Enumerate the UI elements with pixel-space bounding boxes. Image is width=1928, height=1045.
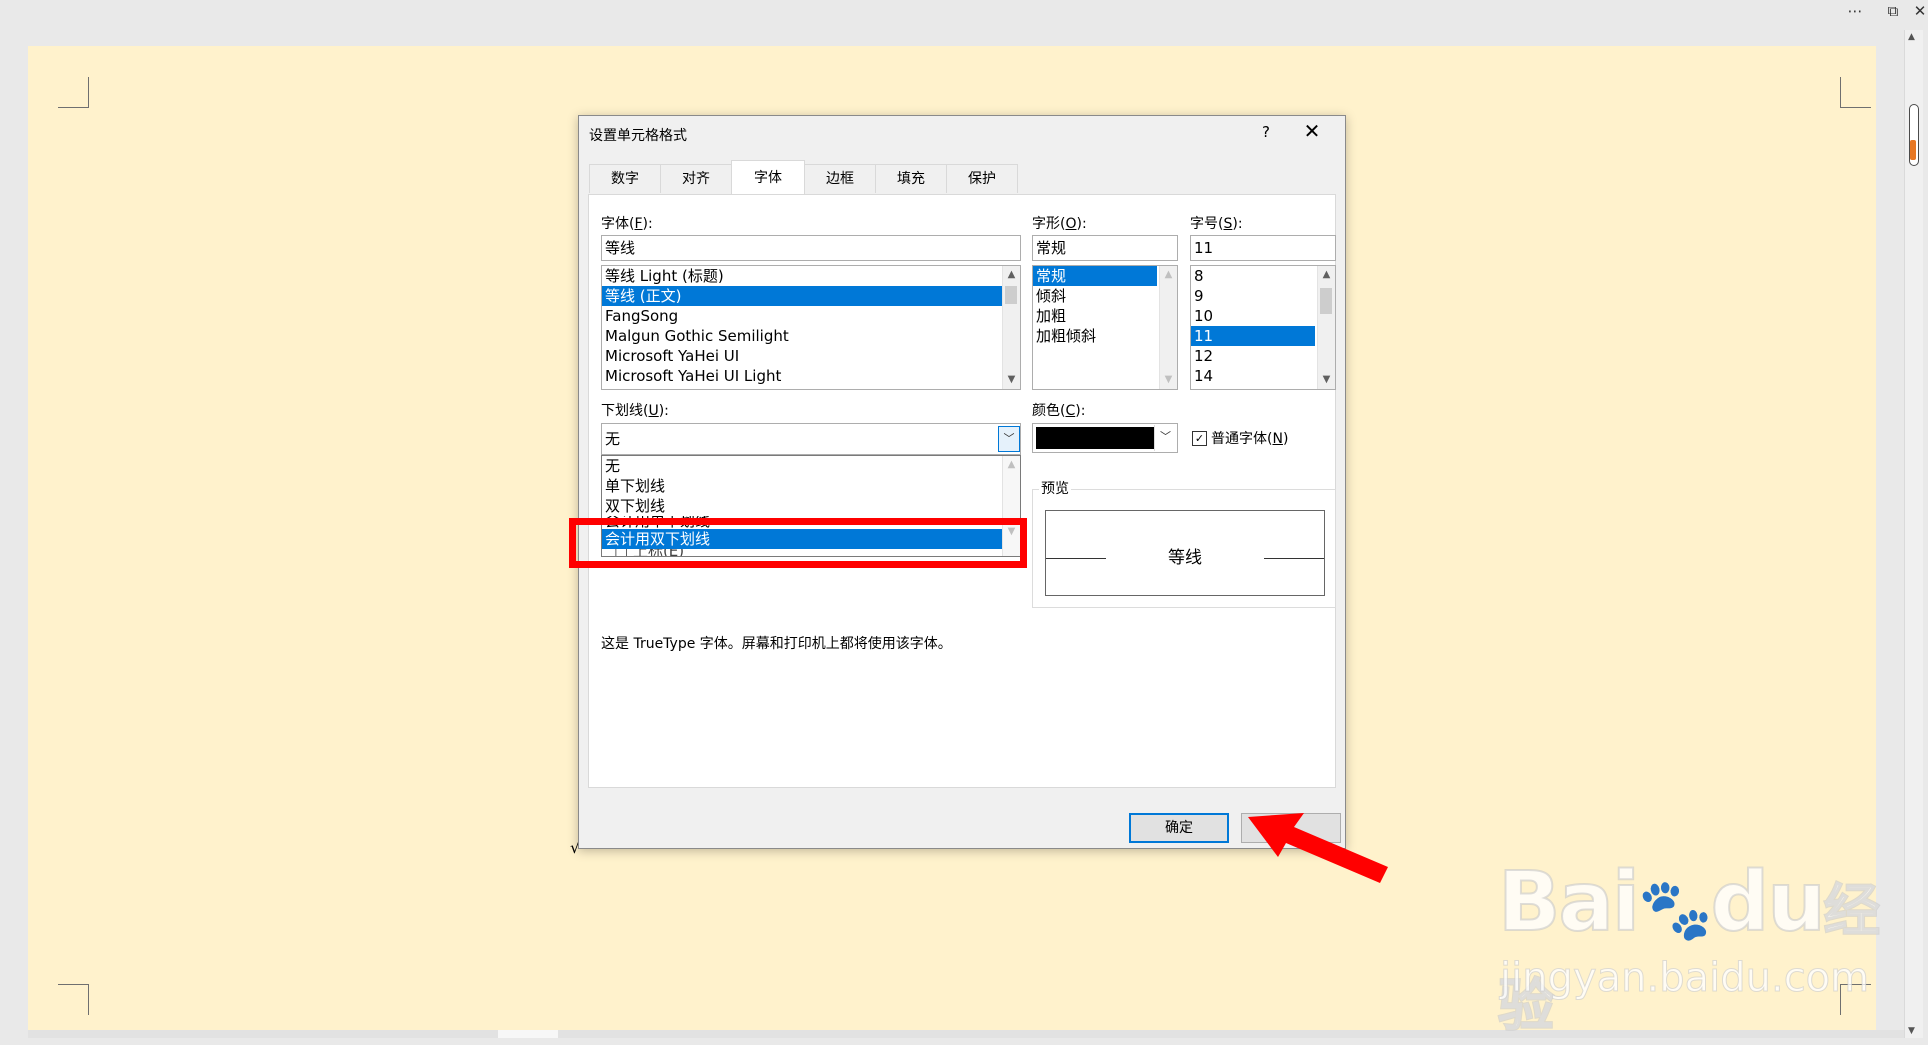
size-list-item[interactable]: 9 [1191, 286, 1335, 306]
underline-option[interactable]: 无 [602, 456, 1020, 476]
size-list-item[interactable]: 14 [1191, 366, 1335, 386]
page-corner-top-left [58, 77, 89, 108]
format-cells-dialog: 设置单元格格式 ? ✕ 数字 对齐 字体 边框 填充 保护 字体(F): 等线 … [578, 115, 1346, 849]
color-swatch [1036, 427, 1154, 449]
style-list-item-selected[interactable]: 常规 [1033, 266, 1157, 286]
tab-protection[interactable]: 保护 [946, 164, 1018, 193]
chevron-up-icon[interactable]: ▲ [1003, 267, 1020, 283]
font-list[interactable]: 等线 Light (标题) 等线 (正文) FangSong Malgun Go… [601, 265, 1021, 390]
font-list-item[interactable]: FangSong [602, 306, 1020, 326]
more-icon[interactable]: ⋯ [1840, 0, 1870, 22]
chevron-down-icon[interactable]: ﹀ [1154, 425, 1176, 451]
preview-group: 预览 等线 [1032, 478, 1336, 608]
font-list-item[interactable]: Microsoft YaHei UI Light [602, 366, 1020, 386]
preview-label: 预览 [1039, 478, 1071, 498]
tab-number[interactable]: 数字 [589, 164, 661, 193]
font-list-scrollbar[interactable]: ▲ ▼ [1002, 266, 1020, 389]
scroll-position-marker [1910, 140, 1916, 160]
style-list-scrollbar[interactable]: ▲ ▼ [1159, 266, 1177, 389]
style-list[interactable]: 常规 倾斜 加粗 加粗倾斜 ▲ ▼ [1032, 265, 1178, 390]
highlight-frame [569, 518, 1027, 568]
size-list-item[interactable]: 8 [1191, 266, 1335, 286]
close-icon[interactable]: ✕ [1912, 0, 1928, 22]
scroll-up-icon[interactable]: ▲ [1908, 32, 1915, 42]
tab-border[interactable]: 边框 [804, 164, 876, 193]
dialog-title: 设置单元格格式 [589, 128, 687, 144]
chevron-up-icon[interactable]: ▲ [1003, 457, 1020, 473]
preview-box: 等线 [1045, 510, 1325, 596]
chevron-up-icon[interactable]: ▲ [1160, 267, 1177, 283]
close-button[interactable]: ✕ [1294, 118, 1330, 144]
red-arrow-annotation [1248, 813, 1388, 883]
style-label: 字形(O): [1032, 216, 1087, 232]
chevron-down-icon[interactable]: ▼ [1160, 372, 1177, 388]
font-list-item[interactable]: Microsoft YaHei UI [602, 346, 1020, 366]
preview-sample-text: 等线 [1168, 548, 1202, 568]
tab-font[interactable]: 字体 [731, 160, 805, 194]
font-list-item-selected[interactable]: 等线 (正文) [602, 286, 1003, 306]
chevron-down-icon[interactable]: ﹀ [998, 426, 1020, 452]
font-tab-panel: 字体(F): 等线 等线 Light (标题) 等线 (正文) FangSong… [588, 194, 1336, 788]
font-list-item[interactable]: Malgun Gothic Semilight [602, 326, 1020, 346]
size-list[interactable]: 8 9 10 11 12 14 ▲ ▼ [1190, 265, 1336, 390]
size-list-item-selected[interactable]: 11 [1191, 326, 1315, 346]
underline-option[interactable]: 双下划线 [602, 496, 1020, 516]
style-list-item[interactable]: 加粗倾斜 [1033, 326, 1177, 346]
size-list-item[interactable]: 10 [1191, 306, 1335, 326]
size-label: 字号(S): [1190, 216, 1243, 232]
chevron-down-icon[interactable]: ▼ [1003, 372, 1020, 388]
font-input[interactable]: 等线 [601, 235, 1021, 261]
normal-font-checkbox[interactable]: ✓ [1192, 431, 1207, 446]
underline-option[interactable]: 单下划线 [602, 476, 1020, 496]
size-input[interactable]: 11 [1190, 235, 1336, 261]
ok-button[interactable]: 确定 [1129, 813, 1229, 843]
tab-alignment[interactable]: 对齐 [660, 164, 732, 193]
size-list-scrollbar[interactable]: ▲ ▼ [1317, 266, 1335, 389]
page-corner-bottom-left [58, 984, 89, 1015]
style-list-item[interactable]: 加粗 [1033, 306, 1177, 326]
baidu-watermark-logo: Bai🐾du经验 [1497, 854, 1881, 1040]
style-input[interactable]: 常规 [1032, 235, 1178, 261]
size-list-item[interactable]: 12 [1191, 346, 1335, 366]
preview-line-right [1264, 558, 1324, 559]
chevron-down-icon[interactable]: ▼ [1318, 372, 1335, 388]
color-label: 颜色(C): [1032, 403, 1086, 419]
style-list-item[interactable]: 倾斜 [1033, 286, 1177, 306]
tab-fill[interactable]: 填充 [875, 164, 947, 193]
baidu-watermark-url: jingyan.baidu.com [1499, 955, 1870, 1002]
normal-font-label[interactable]: 普通字体(N) [1211, 428, 1288, 448]
hscroll-thumb[interactable] [498, 1030, 558, 1038]
help-button[interactable]: ? [1251, 120, 1281, 144]
page-corner-top-right [1840, 77, 1871, 108]
font-label: 字体(F): [601, 216, 653, 232]
font-list-item[interactable]: 等线 Light (标题) [602, 266, 1020, 286]
scroll-thumb[interactable] [1005, 286, 1017, 304]
arrow-icon [1248, 813, 1388, 883]
chevron-up-icon[interactable]: ▲ [1318, 267, 1335, 283]
scroll-thumb[interactable] [1320, 288, 1332, 314]
font-info-text: 这是 TrueType 字体。屏幕和打印机上都将使用该字体。 [601, 636, 952, 652]
underline-select[interactable]: 无 [601, 423, 1021, 455]
underline-label: 下划线(U): [601, 403, 669, 419]
restore-icon[interactable]: ⧉ [1878, 0, 1908, 22]
